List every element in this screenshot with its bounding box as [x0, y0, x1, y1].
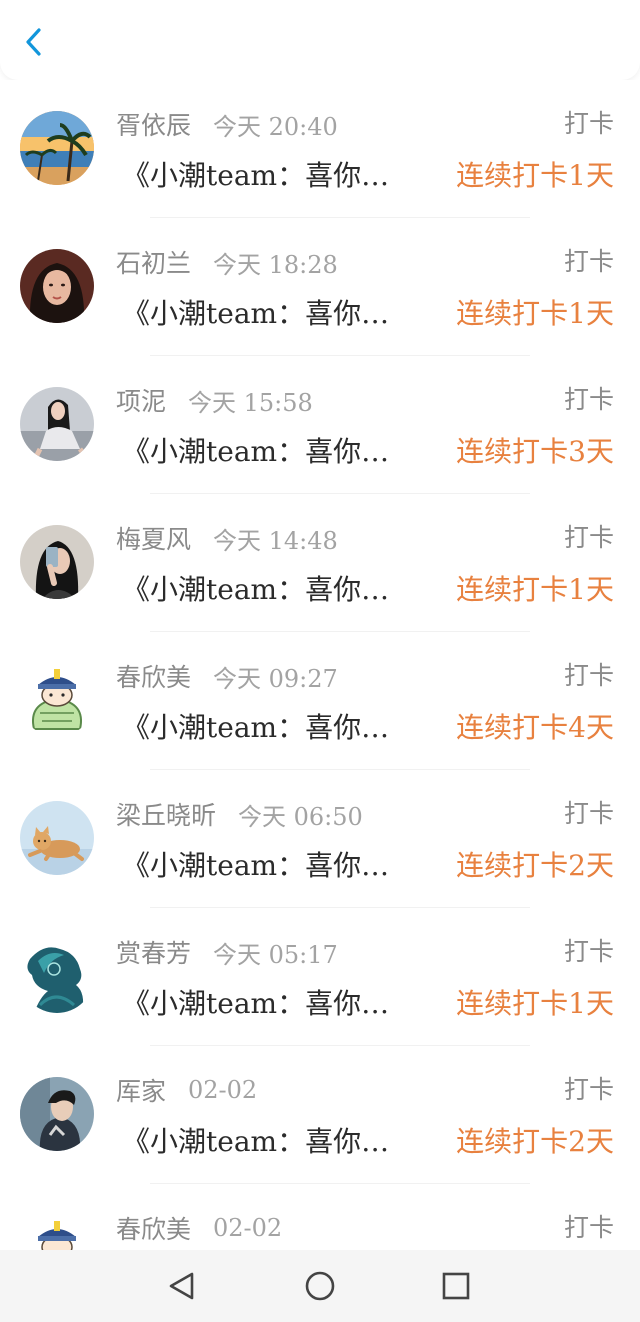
- checkin-time: 今天 06:50: [238, 802, 363, 831]
- cat-lying-avatar-image: [20, 801, 94, 875]
- user-name: 春欣美: [116, 1215, 192, 1244]
- avatar[interactable]: [20, 939, 94, 1013]
- record-type-label: 打卡: [563, 1213, 614, 1242]
- silhouette-teal-avatar-image: [20, 939, 94, 1013]
- user-name: 梁丘晓昕: [116, 801, 217, 830]
- streak-label: 连续打卡2天: [456, 1125, 614, 1158]
- checkin-message: 《小潮team：喜你…: [122, 159, 390, 192]
- list-item[interactable]: 厍家 02-02 打卡 《小潮team：喜你… 连续打卡2天: [0, 1046, 640, 1184]
- checkin-time: 今天 18:28: [213, 250, 338, 279]
- chevron-left-icon: [26, 28, 41, 56]
- checkin-time: 02-02: [188, 1076, 258, 1104]
- user-name: 春欣美: [116, 663, 192, 692]
- record-type-label: 打卡: [563, 799, 614, 828]
- checkin-time: 今天 14:48: [213, 526, 338, 555]
- user-name: 石初兰: [116, 249, 192, 278]
- streak-label: 连续打卡1天: [456, 159, 614, 192]
- list-item[interactable]: 胥依辰 今天 20:40 打卡 《小潮team：喜你… 连续打卡1天: [0, 80, 640, 218]
- list-item[interactable]: 石初兰 今天 18:28 打卡 《小潮team：喜你… 连续打卡1天: [0, 218, 640, 356]
- checkin-message: 《小潮team：喜你…: [122, 435, 390, 468]
- list-item[interactable]: 梅夏风 今天 14:48 打卡 《小潮team：喜你… 连续打卡1天: [0, 494, 640, 632]
- streak-label: 连续打卡1天: [456, 573, 614, 606]
- cartoon-official-avatar-image: [20, 663, 94, 737]
- checkin-message: 《小潮team：喜你…: [122, 573, 390, 606]
- record-type-label: 打卡: [563, 523, 614, 552]
- checkin-time: 今天 15:58: [188, 388, 313, 417]
- record-type-label: 打卡: [563, 247, 614, 276]
- nav-home-button[interactable]: [300, 1266, 340, 1306]
- woman-selfie-avatar-image: [20, 525, 94, 599]
- streak-label: 连续打卡1天: [456, 987, 614, 1020]
- user-name: 赏春芳: [116, 939, 192, 968]
- record-type-label: 打卡: [563, 661, 614, 690]
- avatar[interactable]: [20, 1077, 94, 1151]
- checkin-message: 《小潮team：喜你…: [122, 1125, 390, 1158]
- streak-label: 连续打卡4天: [456, 711, 614, 744]
- checkin-message: 《小潮team：喜你…: [122, 849, 390, 882]
- list-item[interactable]: 梁丘晓昕 今天 06:50 打卡 《小潮team：喜你… 连续打卡2天: [0, 770, 640, 908]
- streak-label: 连续打卡1天: [456, 297, 614, 330]
- checkin-time: 02-02: [213, 1214, 283, 1242]
- back-button[interactable]: [16, 22, 56, 62]
- list-item[interactable]: 春欣美 02-02 打卡: [0, 1184, 640, 1250]
- streak-label: 连续打卡2天: [456, 849, 614, 882]
- woman-sitting-avatar-image: [20, 387, 94, 461]
- nav-recents-button[interactable]: [436, 1266, 476, 1306]
- avatar[interactable]: [20, 525, 94, 599]
- checkin-time: 今天 09:27: [213, 664, 338, 693]
- avatar[interactable]: [20, 1215, 94, 1250]
- record-type-label: 打卡: [563, 109, 614, 138]
- list-item[interactable]: 春欣美 今天 09:27 打卡 《小潮team：喜你… 连续打卡4天: [0, 632, 640, 770]
- avatar[interactable]: [20, 801, 94, 875]
- avatar[interactable]: [20, 387, 94, 461]
- checkin-time: 今天 20:40: [213, 112, 338, 141]
- checkin-list: 胥依辰 今天 20:40 打卡 《小潮team：喜你… 连续打卡1天 石初兰 今…: [0, 80, 640, 1250]
- avatar[interactable]: [20, 663, 94, 737]
- record-type-label: 打卡: [563, 937, 614, 966]
- user-name: 厍家: [116, 1077, 167, 1106]
- beach-sunset-avatar-image: [20, 111, 94, 185]
- system-nav-bar: [0, 1250, 640, 1322]
- checkin-message: 《小潮team：喜你…: [122, 711, 390, 744]
- list-item[interactable]: 项泥 今天 15:58 打卡 《小潮team：喜你… 连续打卡3天: [0, 356, 640, 494]
- streak-label: 连续打卡3天: [456, 435, 614, 468]
- avatar[interactable]: [20, 111, 94, 185]
- home-circle-icon: [305, 1271, 335, 1301]
- record-type-label: 打卡: [563, 1075, 614, 1104]
- checkin-time: 今天 05:17: [213, 940, 338, 969]
- avatar[interactable]: [20, 249, 94, 323]
- record-type-label: 打卡: [563, 385, 614, 414]
- woman-portrait-avatar-image: [20, 249, 94, 323]
- back-triangle-icon: [169, 1272, 194, 1300]
- cartoon-official-avatar-image: [20, 1215, 94, 1250]
- user-name: 梅夏风: [116, 525, 192, 554]
- top-bar: [0, 0, 640, 80]
- checkin-message: 《小潮team：喜你…: [122, 297, 390, 330]
- user-name: 项泥: [116, 387, 167, 416]
- checkin-message: 《小潮team：喜你…: [122, 987, 390, 1020]
- list-item[interactable]: 赏春芳 今天 05:17 打卡 《小潮team：喜你… 连续打卡1天: [0, 908, 640, 1046]
- recents-square-icon: [442, 1272, 470, 1300]
- user-name: 胥依辰: [116, 111, 192, 140]
- nav-back-button[interactable]: [162, 1266, 202, 1306]
- man-portrait-avatar-image: [20, 1077, 94, 1151]
